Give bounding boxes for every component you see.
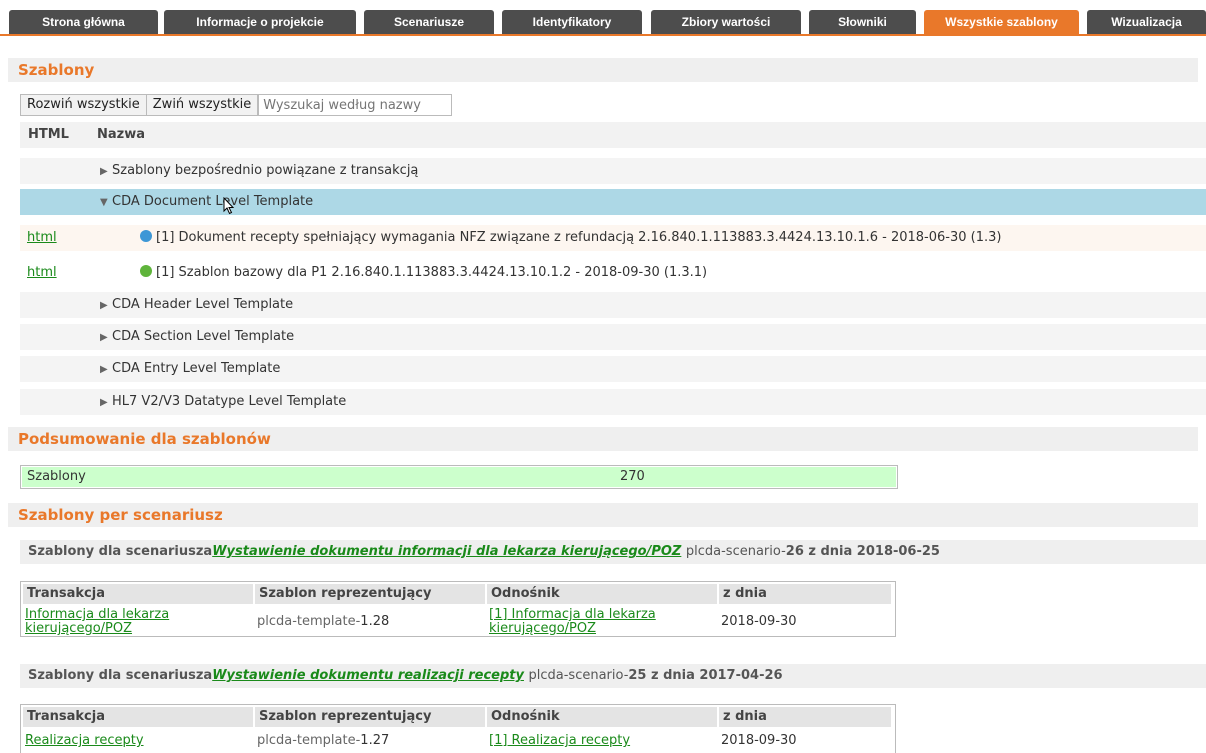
group-label: HL7 V2/V3 Datatype Level Template <box>112 394 347 409</box>
scenario-id-prefix: plcda-scenario- <box>528 668 629 683</box>
row-date: 2018-09-30 <box>721 614 797 629</box>
template-id: plcda-template-1.28 <box>257 614 390 629</box>
main-tabs: Strona główna Informacje o projekcie Sce… <box>0 0 1206 44</box>
template-link[interactable]: [1] Informacja dla lekarza kierującego/P… <box>489 608 699 636</box>
template-group-entry-level[interactable]: ▶ CDA Entry Level Template <box>20 356 1206 382</box>
caret-down-icon: ▼ <box>100 197 108 208</box>
template-link[interactable]: [1] Realizacja recepty <box>489 734 630 748</box>
caret-right-icon: ▶ <box>100 300 108 311</box>
status-blue-icon <box>140 230 152 242</box>
template-group-section-level[interactable]: ▶ CDA Section Level Template <box>20 324 1206 350</box>
templates-table-header: HTML Nazwa <box>20 122 1206 148</box>
col-transaction: Transakcja <box>23 707 253 727</box>
html-link[interactable]: html <box>27 260 57 286</box>
col-date: z dnia <box>719 707 891 727</box>
summary-value: 270 <box>620 469 645 484</box>
templates-toolbar: Rozwiń wszystkie Zwiń wszystkie <box>20 94 453 116</box>
caret-right-icon: ▶ <box>100 364 108 375</box>
summary-label: Szablony <box>27 469 86 484</box>
scenario-date: z dnia 2018-06-25 <box>803 544 940 559</box>
caret-right-icon: ▶ <box>100 166 108 177</box>
template-group-datatype-level[interactable]: ▶ HL7 V2/V3 Datatype Level Template <box>20 389 1206 415</box>
col-date: z dnia <box>719 584 891 604</box>
scenario-table: Transakcja Szablon reprezentujący Odnośn… <box>20 704 896 753</box>
tab-visualization[interactable]: Wizualizacja <box>1087 10 1206 34</box>
summary-bar <box>22 467 896 487</box>
scenario-id-prefix: plcda-scenario- <box>685 544 786 559</box>
template-item-row: html [1] Dokument recepty spełniający wy… <box>20 225 1206 251</box>
col-template: Szablon reprezentujący <box>255 707 485 727</box>
template-item-row: html [1] Szablon bazowy dla P1 2.16.840.… <box>20 260 1206 286</box>
tabbar-underline <box>0 34 1206 36</box>
transaction-link[interactable]: Realizacja recepty <box>25 734 144 748</box>
group-label: Szablony bezpośrednio powiązane z transa… <box>112 163 419 178</box>
group-label: CDA Header Level Template <box>112 297 294 312</box>
template-id: plcda-template-1.27 <box>257 733 390 748</box>
scenario-table: Transakcja Szablon reprezentujący Odnośn… <box>20 581 896 637</box>
col-link: Odnośnik <box>487 707 717 727</box>
html-link[interactable]: html <box>27 225 57 251</box>
tab-project-info[interactable]: Informacje o projekcie <box>164 10 356 34</box>
per-scenario-section-title: Szablony per scenariusz <box>8 503 1198 527</box>
scenario-link[interactable]: Wystawienie dokumentu informacji dla lek… <box>212 544 681 559</box>
template-label[interactable]: [1] Dokument recepty spełniający wymagan… <box>156 230 1001 245</box>
scenario-header: Szablony dla scenariuszaWystawienie doku… <box>20 664 1206 688</box>
scenario-header: Szablony dla scenariuszaWystawienie doku… <box>20 540 1206 564</box>
scenario-id-num: 25 <box>628 668 647 683</box>
summary-section-title: Podsumowanie dla szablonów <box>8 427 1198 451</box>
tab-all-templates[interactable]: Wszystkie szablony <box>924 10 1079 34</box>
scenario-link[interactable]: Wystawienie dokumentu realizacji recepty <box>212 668 524 683</box>
col-link: Odnośnik <box>487 584 717 604</box>
caret-right-icon: ▶ <box>100 397 108 408</box>
scenario-prefix: Szablony dla scenariusza <box>28 544 213 559</box>
mouse-cursor-icon <box>223 197 235 215</box>
expand-all-button[interactable]: Rozwiń wszystkie <box>20 94 147 116</box>
search-by-name-input[interactable] <box>258 94 453 116</box>
summary-box: Szablony 270 <box>20 465 898 489</box>
tab-value-sets[interactable]: Zbiory wartości <box>651 10 801 34</box>
group-label: CDA Document Level Template <box>112 194 314 209</box>
transaction-link[interactable]: Informacja dla lekarza kierującego/POZ <box>25 608 215 636</box>
row-date: 2018-09-30 <box>721 733 797 748</box>
tab-identifiers[interactable]: Identyfikatory <box>502 10 642 34</box>
tab-dictionaries[interactable]: Słowniki <box>809 10 916 34</box>
scenario-prefix: Szablony dla scenariusza <box>28 668 213 683</box>
group-label: CDA Entry Level Template <box>112 361 281 376</box>
tab-home[interactable]: Strona główna <box>9 10 158 34</box>
column-name: Nazwa <box>97 127 146 142</box>
caret-right-icon: ▶ <box>100 332 108 343</box>
tab-scenarios[interactable]: Scenariusze <box>364 10 494 34</box>
template-group-header-level[interactable]: ▶ CDA Header Level Template <box>20 292 1206 318</box>
col-transaction: Transakcja <box>23 584 253 604</box>
column-html: HTML <box>28 127 69 142</box>
status-green-icon <box>140 265 152 277</box>
template-group-transaction[interactable]: ▶ Szablony bezpośrednio powiązane z trans… <box>20 158 1206 184</box>
scenario-date: z dnia 2017-04-26 <box>646 668 783 683</box>
template-label[interactable]: [1] Szablon bazowy dla P1 2.16.840.1.113… <box>156 265 707 280</box>
collapse-all-button[interactable]: Zwiń wszystkie <box>146 94 259 116</box>
templates-section-title: Szablony <box>8 58 1198 82</box>
col-template: Szablon reprezentujący <box>255 584 485 604</box>
scenario-id-num: 26 <box>785 544 804 559</box>
template-group-document-level[interactable]: ▼ CDA Document Level Template <box>20 189 1206 215</box>
group-label: CDA Section Level Template <box>112 329 295 344</box>
